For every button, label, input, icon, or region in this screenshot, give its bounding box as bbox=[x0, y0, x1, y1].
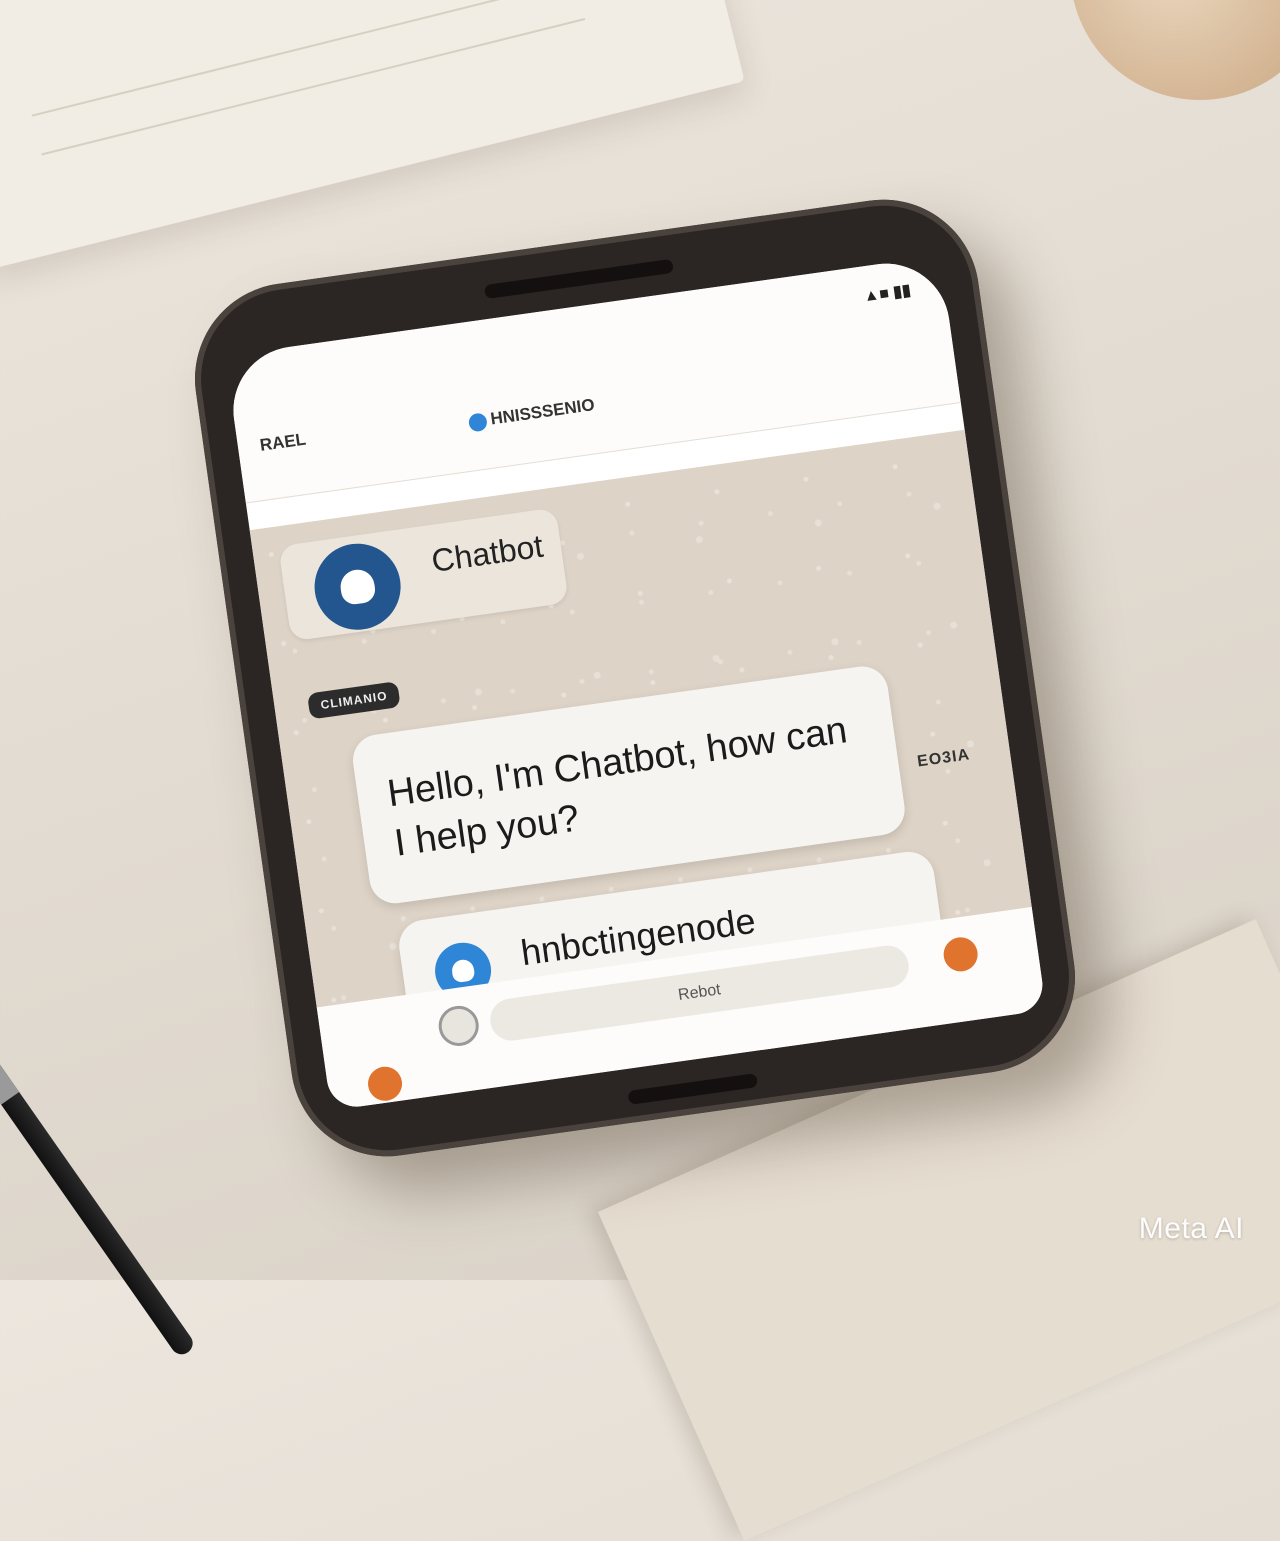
notebook-line bbox=[41, 18, 586, 156]
date-chip: CLIMANIO bbox=[307, 681, 402, 720]
header-title-text: HNISSSENIO bbox=[489, 395, 596, 429]
person-icon bbox=[338, 567, 378, 607]
contact-avatar bbox=[309, 538, 407, 636]
pen bbox=[0, 1034, 197, 1359]
phone-body: ▲■ ▮▮ 10030 HNISSSENIO RAEL Chatbot CLIM… bbox=[182, 187, 1088, 1169]
time-label: EO3IA bbox=[916, 746, 972, 771]
sticker-icon[interactable] bbox=[941, 935, 980, 974]
charging-port bbox=[627, 1072, 759, 1105]
chat-area[interactable]: Chatbot CLIMANIO Hello, I'm Chatbot, how… bbox=[249, 429, 1032, 1033]
phone-screen: ▲■ ▮▮ 10030 HNISSSENIO RAEL Chatbot CLIM… bbox=[225, 255, 1047, 1111]
contact-name: Chatbot bbox=[429, 527, 546, 579]
contact-card[interactable]: Chatbot bbox=[278, 507, 569, 642]
earpiece bbox=[483, 258, 674, 300]
app-icon bbox=[467, 411, 488, 433]
phone: ▲■ ▮▮ 10030 HNISSSENIO RAEL Chatbot CLIM… bbox=[182, 187, 1088, 1169]
pen-tip bbox=[0, 1034, 20, 1105]
person-icon bbox=[450, 958, 476, 984]
message-text: Hello, I'm Chatbot, how can I help you? bbox=[384, 709, 850, 865]
notebook-line bbox=[31, 0, 576, 117]
cup bbox=[1070, 0, 1280, 100]
watermark: Meta AI bbox=[1138, 1212, 1244, 1245]
sticker-icon[interactable] bbox=[365, 1064, 405, 1103]
attach-button[interactable] bbox=[436, 1003, 482, 1049]
status-icons: ▲■ ▮▮ bbox=[862, 281, 912, 306]
notebook bbox=[0, 0, 745, 270]
header-title: HNISSSENIO bbox=[467, 395, 596, 433]
